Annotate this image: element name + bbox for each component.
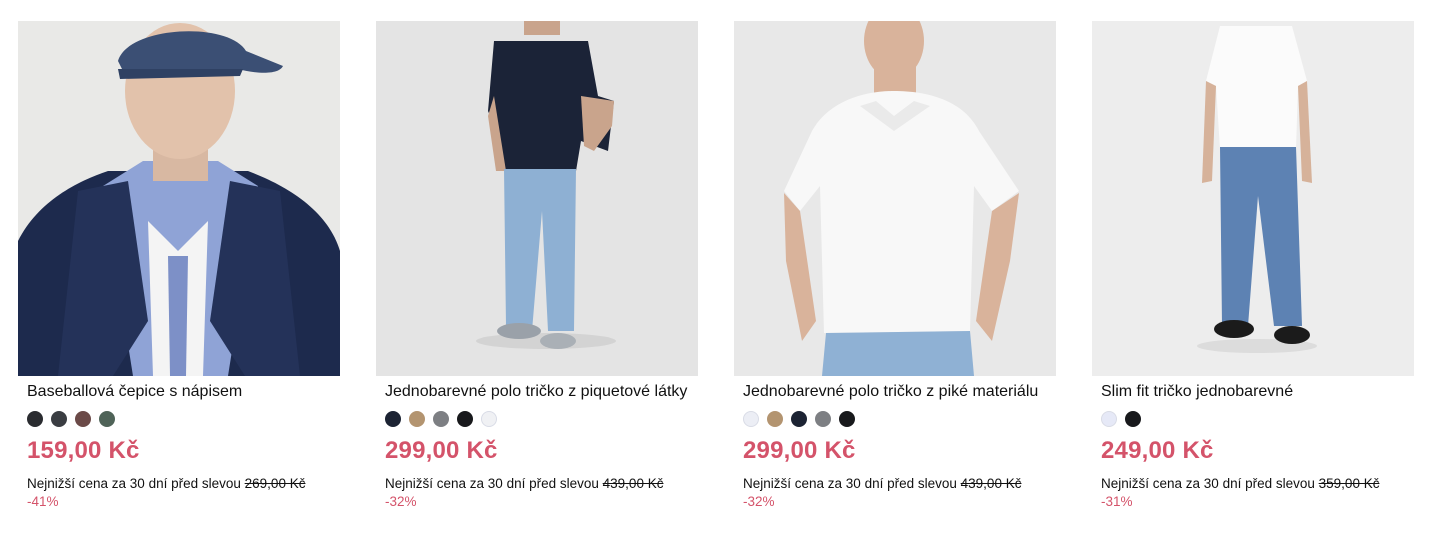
product-image[interactable] [1092, 21, 1414, 376]
product-title[interactable]: Slim fit tričko jednobarevné [1101, 383, 1405, 400]
product-price: 249,00 Kč [1101, 437, 1214, 464]
color-swatch[interactable] [27, 410, 43, 427]
color-swatch[interactable] [815, 410, 831, 427]
lowest-price-note: Nejnižší cena za 30 dní před slevou 359,… [1101, 476, 1405, 492]
product-price: 159,00 Kč [27, 437, 140, 464]
lowest-price-note: Nejnižší cena za 30 dní před slevou 269,… [27, 476, 331, 492]
lowest-price-label: Nejnižší cena za 30 dní před slevou [1101, 476, 1315, 491]
color-swatches [743, 410, 1047, 427]
color-swatch[interactable] [75, 410, 91, 427]
color-swatch[interactable] [433, 410, 449, 427]
color-swatch[interactable] [51, 410, 67, 427]
color-swatch[interactable] [385, 410, 401, 427]
color-swatch[interactable] [1125, 410, 1141, 427]
product-price: 299,00 Kč [743, 437, 856, 464]
product-photo-white-polo-model [734, 21, 1056, 376]
product-title[interactable]: Jednobarevné polo tričko z piquetové lát… [385, 383, 689, 400]
product-photo-cap-model [18, 21, 340, 376]
lowest-price-note: Nejnižší cena za 30 dní před slevou 439,… [385, 476, 689, 492]
lowest-price-label: Nejnižší cena za 30 dní před slevou [385, 476, 599, 491]
lowest-price-note: Nejnižší cena za 30 dní před slevou 439,… [743, 476, 1047, 492]
product-title[interactable]: Baseballová čepice s nápisem [27, 383, 331, 400]
color-swatch[interactable] [481, 410, 497, 427]
color-swatch[interactable] [99, 410, 115, 427]
original-price: 439,00 Kč [960, 476, 1022, 491]
product-image[interactable] [734, 21, 1056, 376]
discount-badge: -32% [743, 494, 775, 509]
color-swatch[interactable] [743, 410, 759, 427]
product-title[interactable]: Jednobarevné polo tričko z piké materiál… [743, 383, 1047, 400]
lowest-price-label: Nejnižší cena za 30 dní před slevou [743, 476, 957, 491]
original-price: 439,00 Kč [602, 476, 664, 491]
color-swatches [385, 410, 689, 427]
discount-badge: -32% [385, 494, 417, 509]
product-card[interactable]: Baseballová čepice s nápisem 159,00 Kč N… [18, 21, 340, 510]
product-image[interactable] [18, 21, 340, 376]
lowest-price-label: Nejnižší cena za 30 dní před slevou [27, 476, 241, 491]
color-swatches [1101, 410, 1405, 427]
product-price: 299,00 Kč [385, 437, 498, 464]
color-swatch[interactable] [791, 410, 807, 427]
color-swatch[interactable] [839, 410, 855, 427]
product-card[interactable]: Slim fit tričko jednobarevné 249,00 Kč N… [1092, 21, 1414, 510]
discount-badge: -31% [1101, 494, 1133, 509]
original-price: 269,00 Kč [244, 476, 306, 491]
product-card[interactable]: Jednobarevné polo tričko z piquetové lát… [376, 21, 698, 510]
product-photo-navy-polo-model [376, 21, 698, 376]
color-swatch[interactable] [767, 410, 783, 427]
color-swatch[interactable] [409, 410, 425, 427]
color-swatch[interactable] [1101, 410, 1117, 427]
product-photo-white-tee-model [1092, 21, 1414, 376]
product-grid: Baseballová čepice s nápisem 159,00 Kč N… [0, 0, 1429, 560]
discount-badge: -41% [27, 494, 59, 509]
product-image[interactable] [376, 21, 698, 376]
product-card[interactable]: Jednobarevné polo tričko z piké materiál… [734, 21, 1056, 510]
color-swatches [27, 410, 331, 427]
original-price: 359,00 Kč [1318, 476, 1380, 491]
color-swatch[interactable] [457, 410, 473, 427]
